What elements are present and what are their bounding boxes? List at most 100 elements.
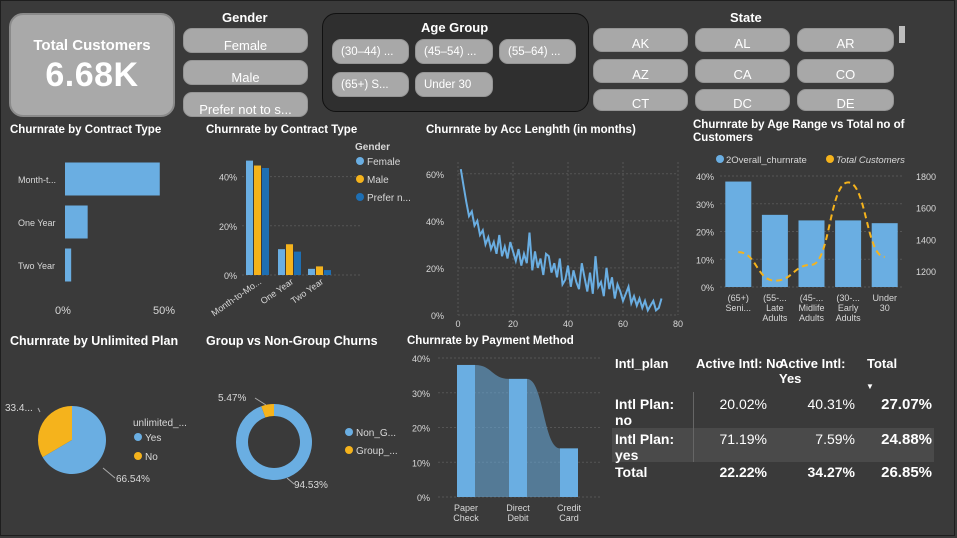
unlimited-pie-leader (37, 407, 41, 413)
gender-prefer-not-pill[interactable]: Prefer not to s... (183, 92, 308, 117)
contract-bar-category-label: One Year (18, 218, 56, 228)
intl-table-value-cell: 20.02% (719, 396, 767, 412)
age-combo-category-label: (30-... Early Adults (836, 293, 862, 323)
total-customers-value: 6.68K (45, 56, 139, 94)
contract-gender-y-tick: 40% (219, 173, 237, 183)
contract-gender-title: Churnrate by Contract Type (206, 124, 358, 136)
age-combo-y2-tick: 1200 (916, 267, 936, 277)
contract-gender-legend-label: Prefer n... (367, 193, 411, 204)
total-customers-label: Total Customers (33, 37, 151, 54)
contract-gender-bar (316, 266, 323, 275)
contract-gender-bar (254, 165, 261, 275)
age-combo-legend-label: 2Overall_churnrate (726, 155, 807, 166)
contract-bar-x-tick: 0% (55, 305, 71, 317)
intl-table-value-cell: 27.07% (881, 396, 932, 413)
contract-gender-category-label: One Year (259, 276, 295, 306)
contract-gender-bar (278, 249, 285, 275)
age-combo-category-label: Under 30 (872, 293, 897, 313)
group-donut-leader (286, 477, 295, 485)
payment-ribbon-title: Churnrate by Payment Method (407, 335, 574, 347)
intl-table-row-label: Intl Plan: no (615, 396, 675, 428)
group-donut-value-label: 94.53% (294, 480, 328, 491)
state-co-pill[interactable]: CO (797, 59, 894, 83)
intl-table-header-cell[interactable]: Total (867, 356, 957, 371)
age-combo-bar (835, 220, 862, 287)
sort-descending-icon[interactable]: ▼ (866, 382, 874, 391)
contract-gender-y-tick: 20% (219, 222, 237, 232)
contract-gender-legend-marker (356, 193, 364, 201)
age-combo-category-label: (65+) Seni... (726, 293, 752, 313)
age-30-44-pill[interactable]: (30–44) ... (332, 39, 409, 64)
group-donut-leader (254, 397, 267, 406)
age-combo-y-tick: 10% (696, 255, 714, 265)
group-donut-legend-label: Non_G... (356, 428, 396, 439)
contract-gender-legend-label: Male (367, 175, 389, 186)
intl-table-value-cell: 34.27% (807, 464, 855, 480)
age-combo-title: Churnrate by Age Range vs Total no of Cu… (693, 119, 905, 144)
state-az-pill[interactable]: AZ (593, 59, 688, 83)
intl-table-row-label: Intl Plan: yes (615, 431, 675, 463)
state-slicer-title: State (730, 10, 762, 25)
age-55-64-pill[interactable]: (55–64) ... (499, 39, 576, 64)
payment-ribbon-bar (560, 448, 578, 497)
gender-male-pill[interactable]: Male (183, 60, 308, 85)
acc-length-chart: 0% 20% 40% 60% 0 20 40 60 80 (426, 162, 683, 329)
group-donut-value-label: 5.47% (218, 393, 246, 404)
age-combo-y2-tick: 1800 (916, 172, 936, 182)
age-combo-legend-label: Total Customers (836, 155, 905, 166)
intl-table-header-cell[interactable]: Active Intl: No (696, 356, 786, 371)
state-dc-pill[interactable]: DC (695, 89, 790, 111)
unlimited-pie-legend-title: unlimited_... (133, 418, 187, 429)
acc-length-x-tick: 80 (673, 319, 683, 329)
age-combo-category-label: (45-... Midlife Adults (798, 293, 824, 323)
intl-table-header-cell[interactable]: Intl_plan (615, 356, 695, 371)
intl-table-value-cell: 71.19% (719, 431, 767, 447)
age-under-30-pill[interactable]: Under 30 (415, 72, 493, 97)
acc-length-y-tick: 0% (431, 311, 444, 321)
age-combo-y-tick: 20% (696, 228, 714, 238)
acc-length-x-tick: 40 (563, 319, 573, 329)
age-combo-y2-tick: 1400 (916, 235, 936, 245)
contract-gender-bar (308, 268, 315, 275)
acc-length-y-tick: 20% (426, 264, 444, 274)
intl-table-header-cell[interactable]: Active Intl: Yes (779, 356, 869, 386)
intl-plan-table: Intl_plan Active Intl: No Active Intl: Yes… (612, 352, 942, 487)
age-combo-bar (761, 214, 788, 287)
state-ar-pill[interactable]: AR (797, 28, 894, 52)
payment-ribbon-bar (457, 364, 475, 497)
contract-gender-bar (246, 160, 253, 275)
age-65-plus-pill[interactable]: (65+) S... (332, 72, 409, 97)
contract-gender-y-tick: 0% (224, 271, 237, 281)
unlimited-pie-legend-label: No (145, 452, 158, 463)
group-donut-legend-marker (345, 446, 353, 454)
gender-female-pill[interactable]: Female (183, 28, 308, 53)
state-ca-pill[interactable]: CA (695, 59, 790, 83)
intl-table-row-label: Total (615, 464, 648, 480)
contract-bar-chart: Month-t... One Year Two Year 0% 50% (18, 162, 175, 317)
contract-bar (65, 162, 160, 196)
acc-length-x-tick: 20 (508, 319, 518, 329)
unlimited-pie-legend-marker (134, 452, 142, 460)
state-de-pill[interactable]: DE (797, 89, 894, 111)
payment-ribbon-y-tick: 30% (412, 389, 430, 399)
payment-ribbon-category-label: Direct Debit (506, 503, 530, 523)
group-donut-slice (236, 404, 312, 480)
contract-gender-legend-title: Gender (355, 142, 390, 153)
state-al-pill[interactable]: AL (695, 28, 790, 52)
age-45-54-pill[interactable]: (45–54) ... (415, 39, 493, 64)
acc-length-x-tick: 60 (618, 319, 628, 329)
acc-length-x-tick: 0 (455, 319, 460, 329)
payment-ribbon-y-tick: 0% (417, 493, 430, 503)
contract-gender-legend-marker (356, 157, 364, 165)
payment-ribbon-y-tick: 10% (412, 458, 430, 468)
contract-gender-legend-label: Female (367, 157, 401, 168)
age-combo-category-label: (55-... Late Adults (762, 293, 788, 323)
contract-bar-title: Churnrate by Contract Type (10, 124, 162, 136)
age-combo-y-tick: 30% (696, 200, 714, 210)
state-ct-pill[interactable]: CT (593, 89, 688, 111)
age-combo-y2-tick: 1600 (916, 204, 936, 214)
unlimited-pie-chart: 66.54% 33.4... unlimited_... Yes No (5, 403, 187, 485)
state-ak-pill[interactable]: AK (593, 28, 688, 52)
payment-ribbon-category-label: Credit Card (557, 503, 582, 523)
state-scrollbar[interactable] (899, 26, 905, 43)
